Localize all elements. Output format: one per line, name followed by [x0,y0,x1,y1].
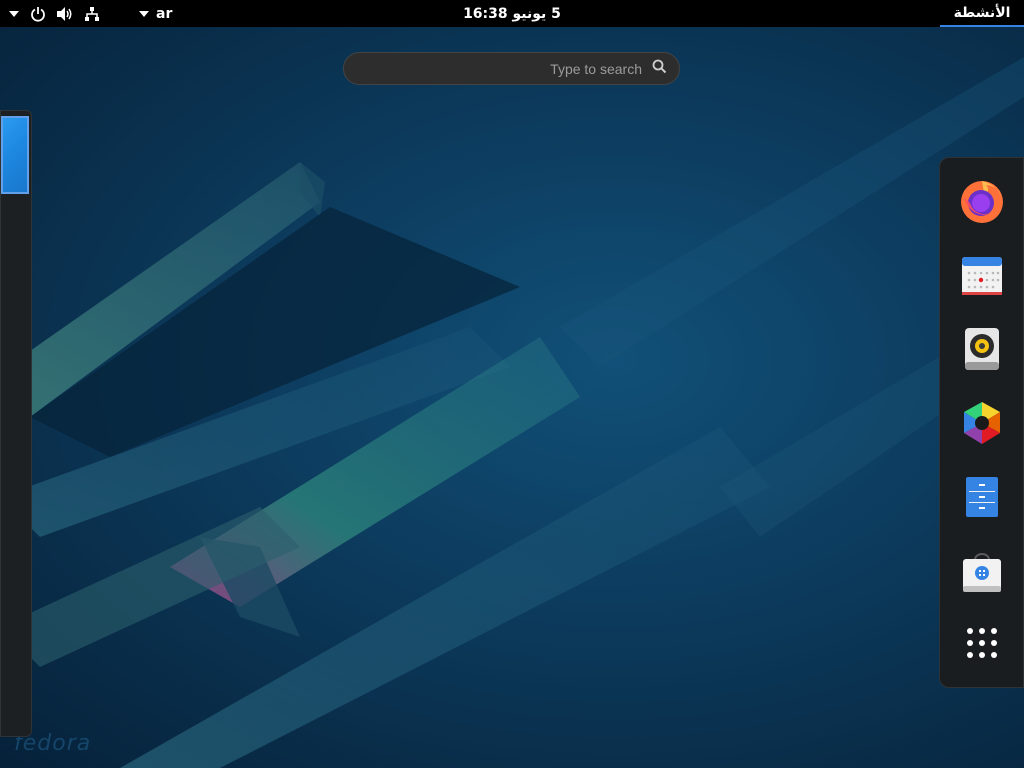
calendar-icon [960,253,1004,301]
app-grid-icon [965,626,999,664]
search-icon [652,59,667,78]
top-bar: ar 5 يونيو 16:38 الأنشطة [0,0,1024,27]
photos-icon [959,400,1005,450]
dash-item-photos[interactable] [954,397,1010,453]
search-placeholder: Type to search [550,60,642,77]
show-applications-button[interactable] [954,617,1010,673]
clock-label: 5 يونيو 16:38 [463,5,561,22]
speaker-icon [962,326,1002,376]
dash-item-firefox[interactable] [954,175,1010,231]
dash-item-rhythmbox[interactable] [954,323,1010,379]
search-input[interactable]: Type to search [343,52,680,85]
activities-label: الأنشطة [953,4,1011,21]
clock-button[interactable]: 5 يونيو 16:38 [0,0,1024,27]
file-cabinet-icon [964,475,1000,523]
activities-button[interactable]: الأنشطة [940,0,1024,27]
firefox-icon [958,177,1006,229]
dash-item-calendar[interactable] [954,249,1010,305]
workspace-thumbnail[interactable] [1,116,29,194]
dash [939,157,1024,688]
dash-item-files[interactable] [954,471,1010,527]
shopping-bag-icon [961,548,1003,598]
desktop-wallpaper: fedora [0,27,1024,768]
workspace-thumbnails [0,110,32,737]
dash-item-software[interactable] [954,545,1010,601]
